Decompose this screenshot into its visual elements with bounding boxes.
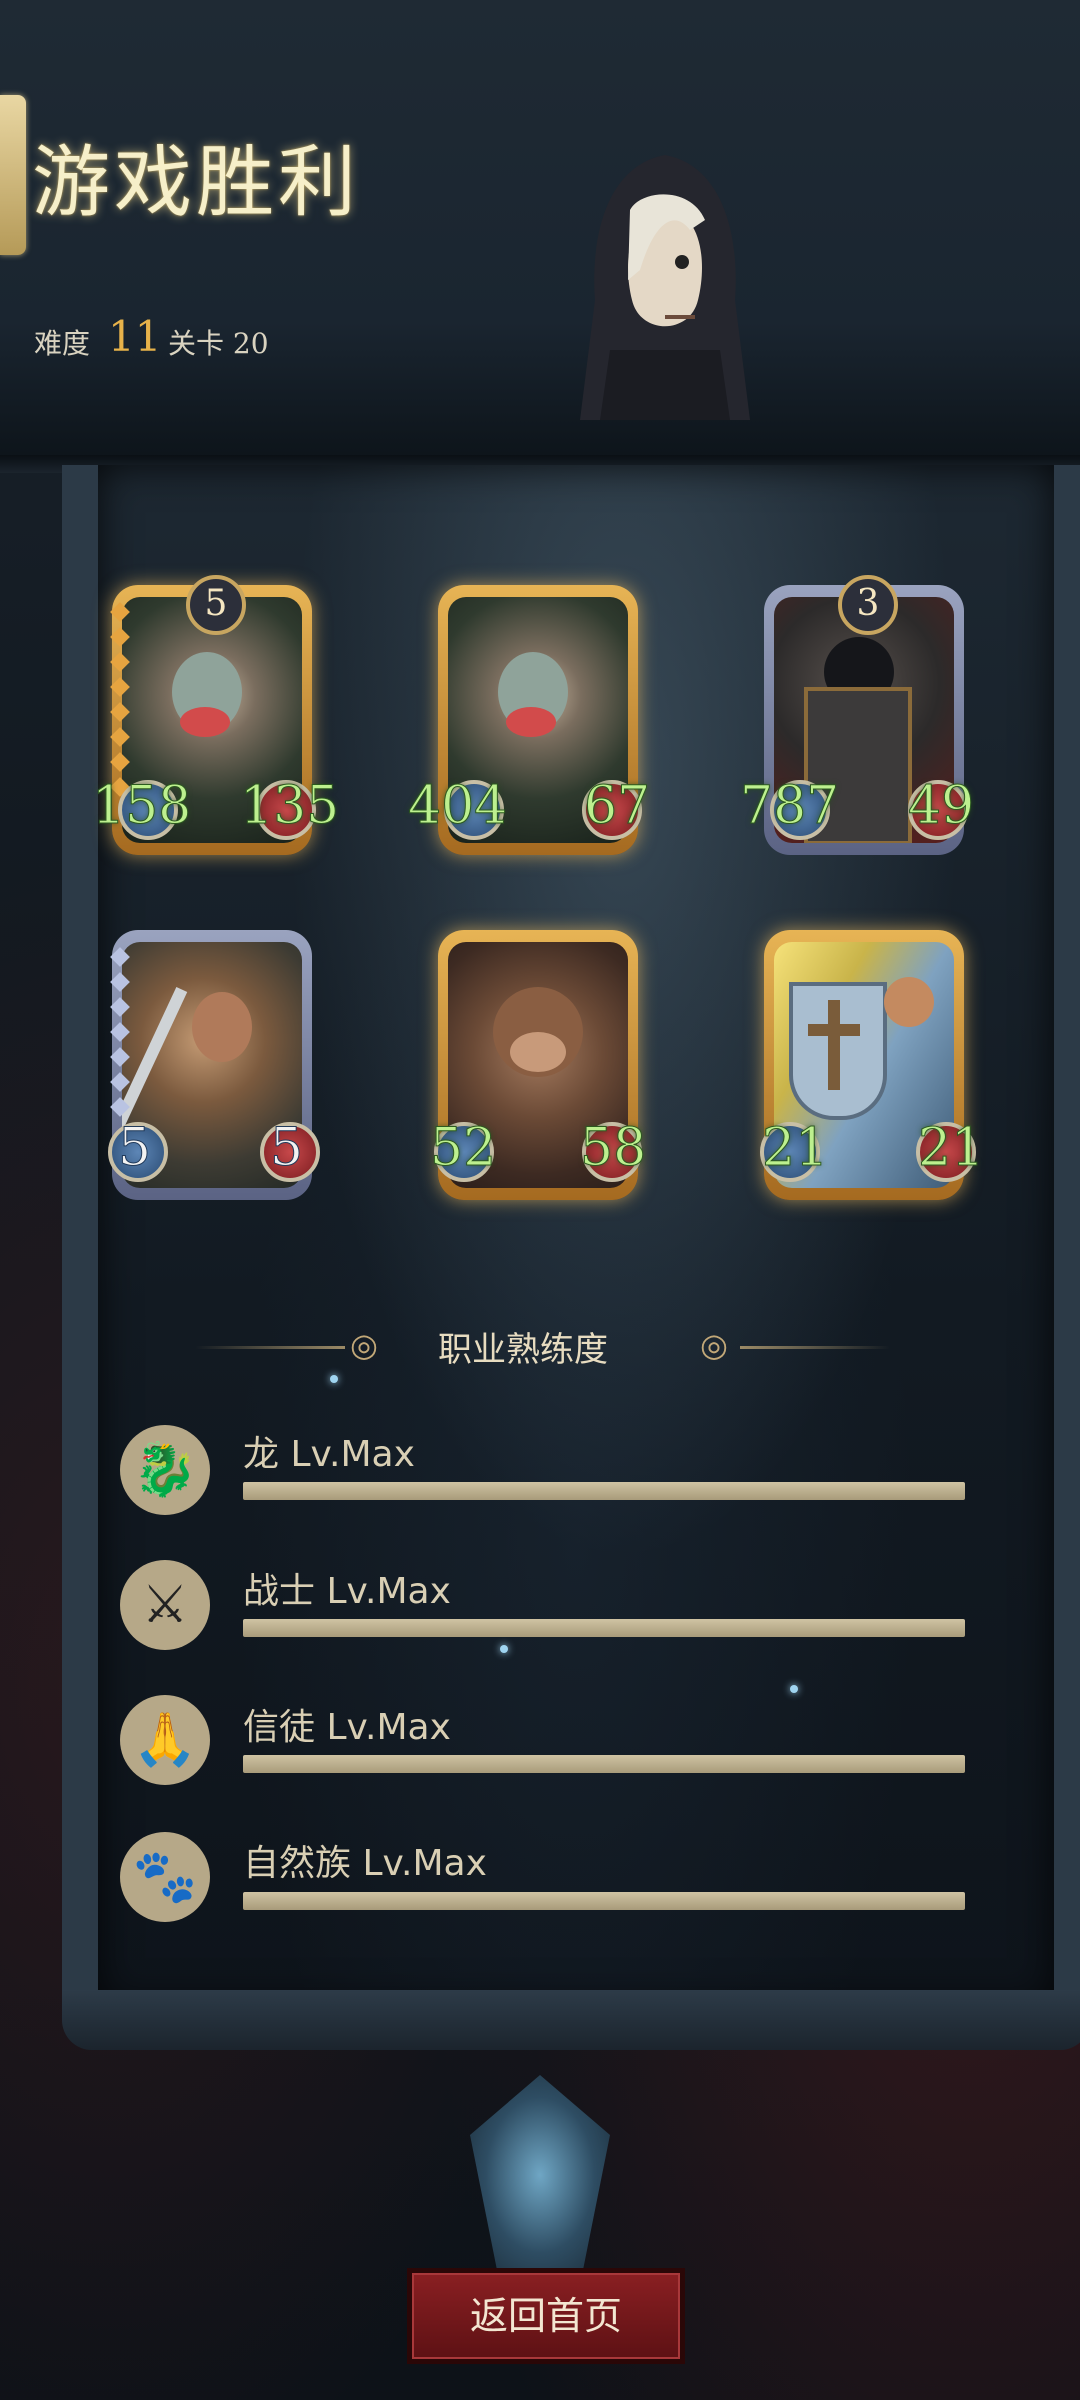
class-label: 龙 Lv.Max — [243, 1434, 415, 1475]
health-value: 67 — [583, 776, 651, 837]
attack-value: 787 — [739, 776, 840, 837]
health-value: 5 — [269, 1118, 304, 1179]
section-divider-right — [740, 1346, 890, 1349]
proficiency-title: 职业熟练度 — [438, 1330, 608, 1370]
difficulty-label: 难度 — [34, 327, 91, 360]
dragon-icon: 🐉 — [120, 1425, 210, 1515]
star-pips — [110, 602, 130, 805]
attack-value: 5 — [117, 1118, 152, 1179]
sword-icon: ⚔ — [120, 1560, 210, 1650]
spark-particle — [330, 1375, 338, 1383]
swirl-ornament-icon: ◎ — [350, 1326, 378, 1364]
spark-particle — [500, 1645, 508, 1653]
cross-bar — [808, 1024, 860, 1036]
class-label: 自然族 Lv.Max — [243, 1843, 487, 1884]
proficiency-bar — [243, 1892, 965, 1910]
attack-value: 21 — [761, 1118, 829, 1179]
return-home-button[interactable]: 返回首页 — [407, 2268, 685, 2364]
class-label: 信徒 Lv.Max — [243, 1707, 451, 1748]
page-title: 游戏胜利 — [32, 138, 361, 228]
attack-value: 404 — [407, 776, 508, 837]
difficulty-value: 11 — [108, 312, 162, 361]
panel-frame-bottom — [62, 1990, 1080, 2050]
priest-face — [884, 977, 934, 1027]
attack-value: 52 — [429, 1118, 497, 1179]
beast-icon: 🐾 — [120, 1832, 210, 1922]
title-accent — [0, 95, 26, 255]
sword-blade — [122, 986, 188, 1138]
grin — [506, 707, 556, 737]
card-level-badge: 3 — [838, 575, 898, 635]
health-value: 58 — [579, 1118, 647, 1179]
hooded-character-portrait — [580, 155, 750, 420]
section-divider-left — [195, 1346, 345, 1349]
card-level-badge: 5 — [186, 575, 246, 635]
star-pips — [110, 947, 130, 1125]
spark-particle — [790, 1685, 798, 1693]
attack-value: 158 — [91, 776, 192, 837]
grin — [180, 707, 230, 737]
proficiency-bar — [243, 1755, 965, 1773]
praying-hands-icon: 🙏 — [120, 1695, 210, 1785]
class-label: 战士 Lv.Max — [243, 1571, 451, 1612]
health-value: 21 — [917, 1118, 985, 1179]
cross-icon — [828, 1000, 840, 1090]
stage-label: 关卡 20 — [168, 327, 269, 360]
monkey-muzzle — [510, 1032, 566, 1072]
proficiency-bar — [243, 1482, 965, 1500]
health-value: 135 — [239, 776, 340, 837]
proficiency-bar — [243, 1619, 965, 1637]
warrior-face — [192, 992, 252, 1062]
swirl-ornament-icon: ◎ — [700, 1326, 728, 1364]
health-value: 49 — [907, 776, 975, 837]
